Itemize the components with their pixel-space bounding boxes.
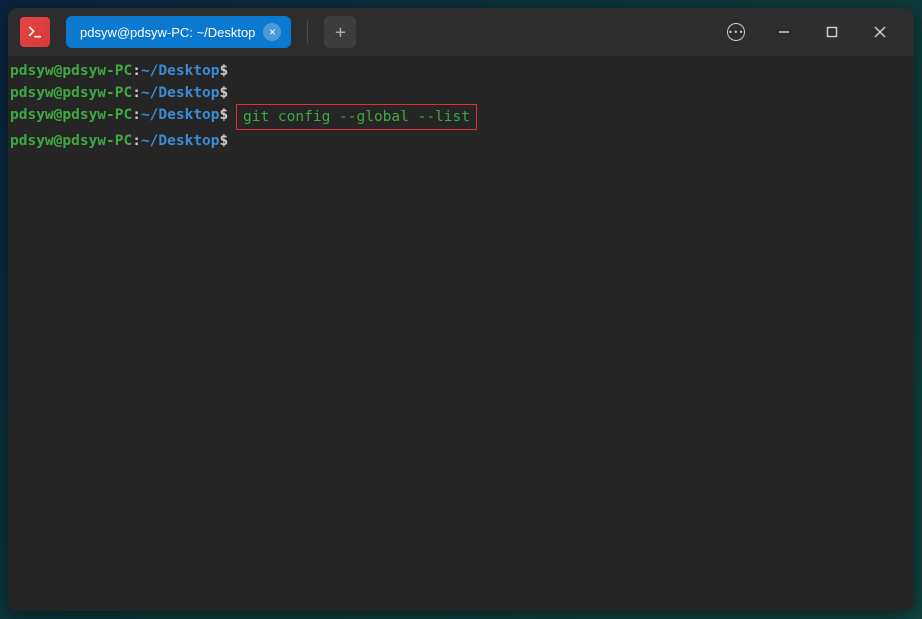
prompt-colon: :	[132, 133, 141, 149]
window-controls: •••	[722, 18, 902, 46]
highlighted-command: git config --global --list	[236, 104, 477, 130]
prompt-colon: :	[132, 63, 141, 79]
tab-title: pdsyw@pdsyw-PC: ~/Desktop	[80, 25, 255, 40]
prompt-line: pdsyw@pdsyw-PC:~/Desktop$	[8, 82, 914, 104]
prompt-line: pdsyw@pdsyw-PC:~/Desktop$ git config --g…	[8, 104, 914, 130]
prompt-user: pdsyw@pdsyw-PC	[10, 63, 132, 79]
prompt-user: pdsyw@pdsyw-PC	[10, 107, 132, 123]
maximize-button[interactable]	[818, 18, 846, 46]
titlebar: pdsyw@pdsyw-PC: ~/Desktop × + •••	[8, 8, 914, 56]
prompt-line: pdsyw@pdsyw-PC:~/Desktop$	[8, 60, 914, 82]
prompt-symbol: $	[220, 85, 229, 101]
prompt-line: pdsyw@pdsyw-PC:~/Desktop$	[8, 130, 914, 152]
terminal-output[interactable]: pdsyw@pdsyw-PC:~/Desktop$ pdsyw@pdsyw-PC…	[8, 56, 914, 611]
prompt-path: ~/Desktop	[141, 85, 220, 101]
prompt-path: ~/Desktop	[141, 63, 220, 79]
ellipsis-icon: •••	[727, 23, 745, 41]
prompt-path: ~/Desktop	[141, 133, 220, 149]
prompt-user: pdsyw@pdsyw-PC	[10, 133, 132, 149]
close-tab-icon[interactable]: ×	[263, 23, 281, 41]
minimize-button[interactable]	[770, 18, 798, 46]
prompt-colon: :	[132, 85, 141, 101]
prompt-path: ~/Desktop	[141, 107, 220, 123]
terminal-window: pdsyw@pdsyw-PC: ~/Desktop × + ••• pdsyw@…	[8, 8, 914, 611]
prompt-symbol: $	[220, 107, 229, 123]
terminal-app-icon	[20, 17, 50, 47]
prompt-colon: :	[132, 107, 141, 123]
command-text: git config --global --list	[243, 107, 470, 127]
tab-active[interactable]: pdsyw@pdsyw-PC: ~/Desktop ×	[66, 16, 291, 48]
new-tab-button[interactable]: +	[324, 16, 356, 48]
menu-button[interactable]: •••	[722, 18, 750, 46]
tab-divider	[307, 20, 308, 44]
close-button[interactable]	[866, 18, 894, 46]
prompt-symbol: $	[220, 133, 229, 149]
prompt-symbol: $	[220, 63, 229, 79]
prompt-user: pdsyw@pdsyw-PC	[10, 85, 132, 101]
